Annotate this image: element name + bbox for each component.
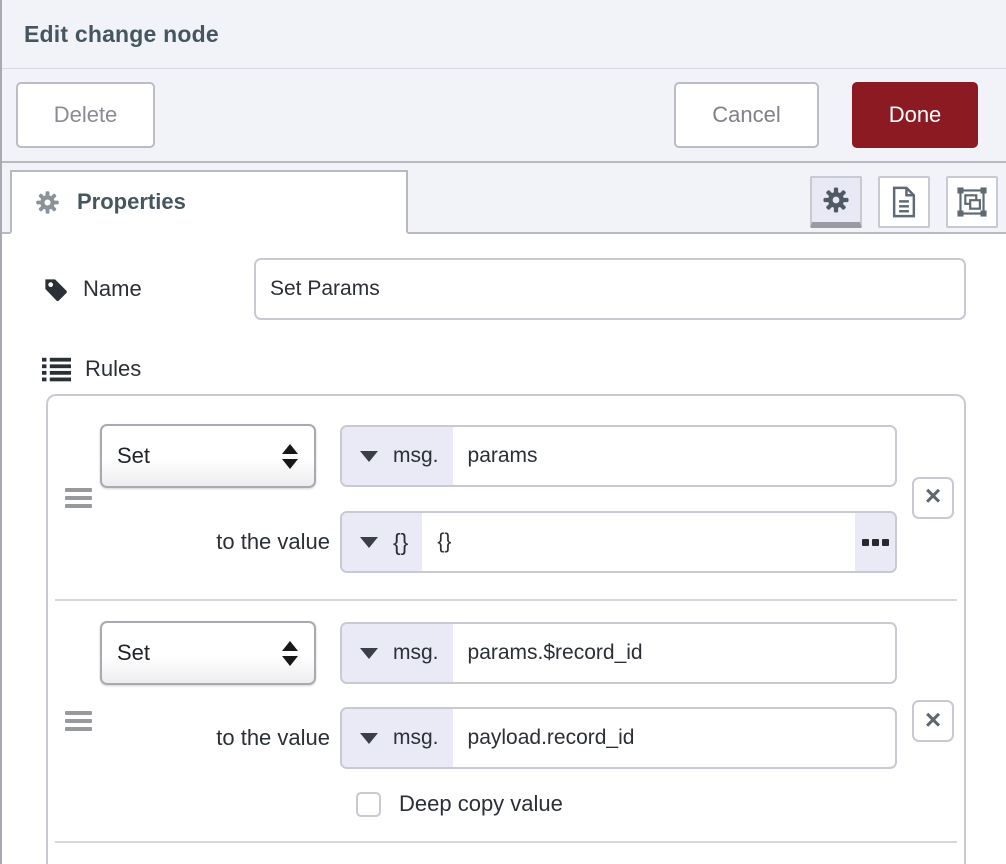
list-icon: [42, 357, 71, 382]
rule-action-value: Set: [117, 640, 150, 666]
name-input[interactable]: [254, 258, 966, 320]
property-type-label: msg.: [393, 444, 439, 468]
drag-handle-icon[interactable]: [61, 707, 96, 735]
gear-icon: [34, 189, 61, 216]
appearance-section-button[interactable]: [946, 176, 998, 228]
drag-handle-icon[interactable]: [61, 484, 96, 512]
remove-rule-button[interactable]: ×: [912, 700, 954, 742]
cancel-button[interactable]: Cancel: [674, 82, 819, 148]
tab-properties-label: Properties: [77, 189, 186, 215]
rule-property-field[interactable]: msg. params: [340, 425, 897, 487]
property-type-label: msg.: [393, 641, 439, 665]
select-arrows-icon: [282, 444, 298, 469]
rule-value-input[interactable]: {}: [422, 513, 855, 571]
deep-copy-row: Deep copy value: [356, 791, 897, 817]
value-type-button[interactable]: {}: [342, 513, 422, 571]
delete-button[interactable]: Delete: [16, 82, 155, 148]
to-value-label: to the value: [100, 725, 340, 751]
rule-action-value: Set: [117, 443, 150, 469]
value-type-button[interactable]: msg.: [342, 709, 453, 767]
rule-value-field[interactable]: {} {}: [340, 511, 897, 573]
properties-section-button[interactable]: [810, 176, 862, 228]
chevron-down-icon: [360, 451, 378, 462]
to-value-label: to the value: [100, 529, 340, 555]
rule-value-field[interactable]: msg. payload.record_id: [340, 707, 897, 769]
rules-label: Rules: [42, 356, 966, 382]
rule-divider: [55, 841, 957, 843]
rule-item-2: × Set msg. params.$record_id to the valu…: [48, 601, 964, 841]
name-label-text: Name: [83, 276, 142, 302]
rules-container: × Set msg. params to the value: [46, 394, 966, 864]
chevron-down-icon: [360, 537, 378, 548]
remove-rule-button[interactable]: ×: [912, 477, 954, 519]
rule-item-1: × Set msg. params to the value: [48, 396, 964, 599]
rule-property-input[interactable]: params: [453, 427, 895, 485]
tab-bar: Properties: [2, 163, 1006, 234]
rule-value-input[interactable]: payload.record_id: [453, 709, 895, 767]
close-icon: ×: [925, 482, 941, 510]
rule-property-input[interactable]: params.$record_id: [453, 624, 895, 682]
value-type-label: msg.: [393, 726, 439, 750]
done-button[interactable]: Done: [852, 82, 978, 148]
document-icon: [890, 186, 918, 218]
rule-action-select[interactable]: Set: [100, 621, 316, 685]
name-row: Name: [42, 258, 966, 320]
group-selection-icon: [955, 185, 989, 219]
property-type-button[interactable]: msg.: [342, 624, 453, 682]
tab-properties[interactable]: Properties: [10, 170, 408, 234]
expand-editor-button[interactable]: [855, 513, 895, 571]
property-type-button[interactable]: msg.: [342, 427, 453, 485]
properties-panel: Name Rules ×: [2, 234, 1006, 864]
select-arrows-icon: [282, 641, 298, 666]
chevron-down-icon: [360, 733, 378, 744]
value-type-label: {}: [393, 529, 408, 556]
tag-icon: [42, 276, 69, 303]
dialog-header: Edit change node: [2, 0, 1006, 69]
name-label: Name: [42, 276, 254, 303]
rule-action-select[interactable]: Set: [100, 424, 316, 488]
gear-icon: [821, 185, 851, 215]
rule-property-field[interactable]: msg. params.$record_id: [340, 622, 897, 684]
rules-label-text: Rules: [85, 356, 141, 382]
close-icon: ×: [925, 706, 941, 734]
chevron-down-icon: [360, 648, 378, 659]
deep-copy-checkbox[interactable]: [356, 792, 381, 817]
edit-change-node-dialog: Edit change node Delete Cancel Done: [2, 0, 1006, 864]
dialog-toolbar: Delete Cancel Done: [2, 69, 1006, 163]
description-section-button[interactable]: [878, 176, 930, 228]
dialog-title: Edit change node: [24, 21, 219, 48]
deep-copy-label: Deep copy value: [399, 791, 563, 817]
